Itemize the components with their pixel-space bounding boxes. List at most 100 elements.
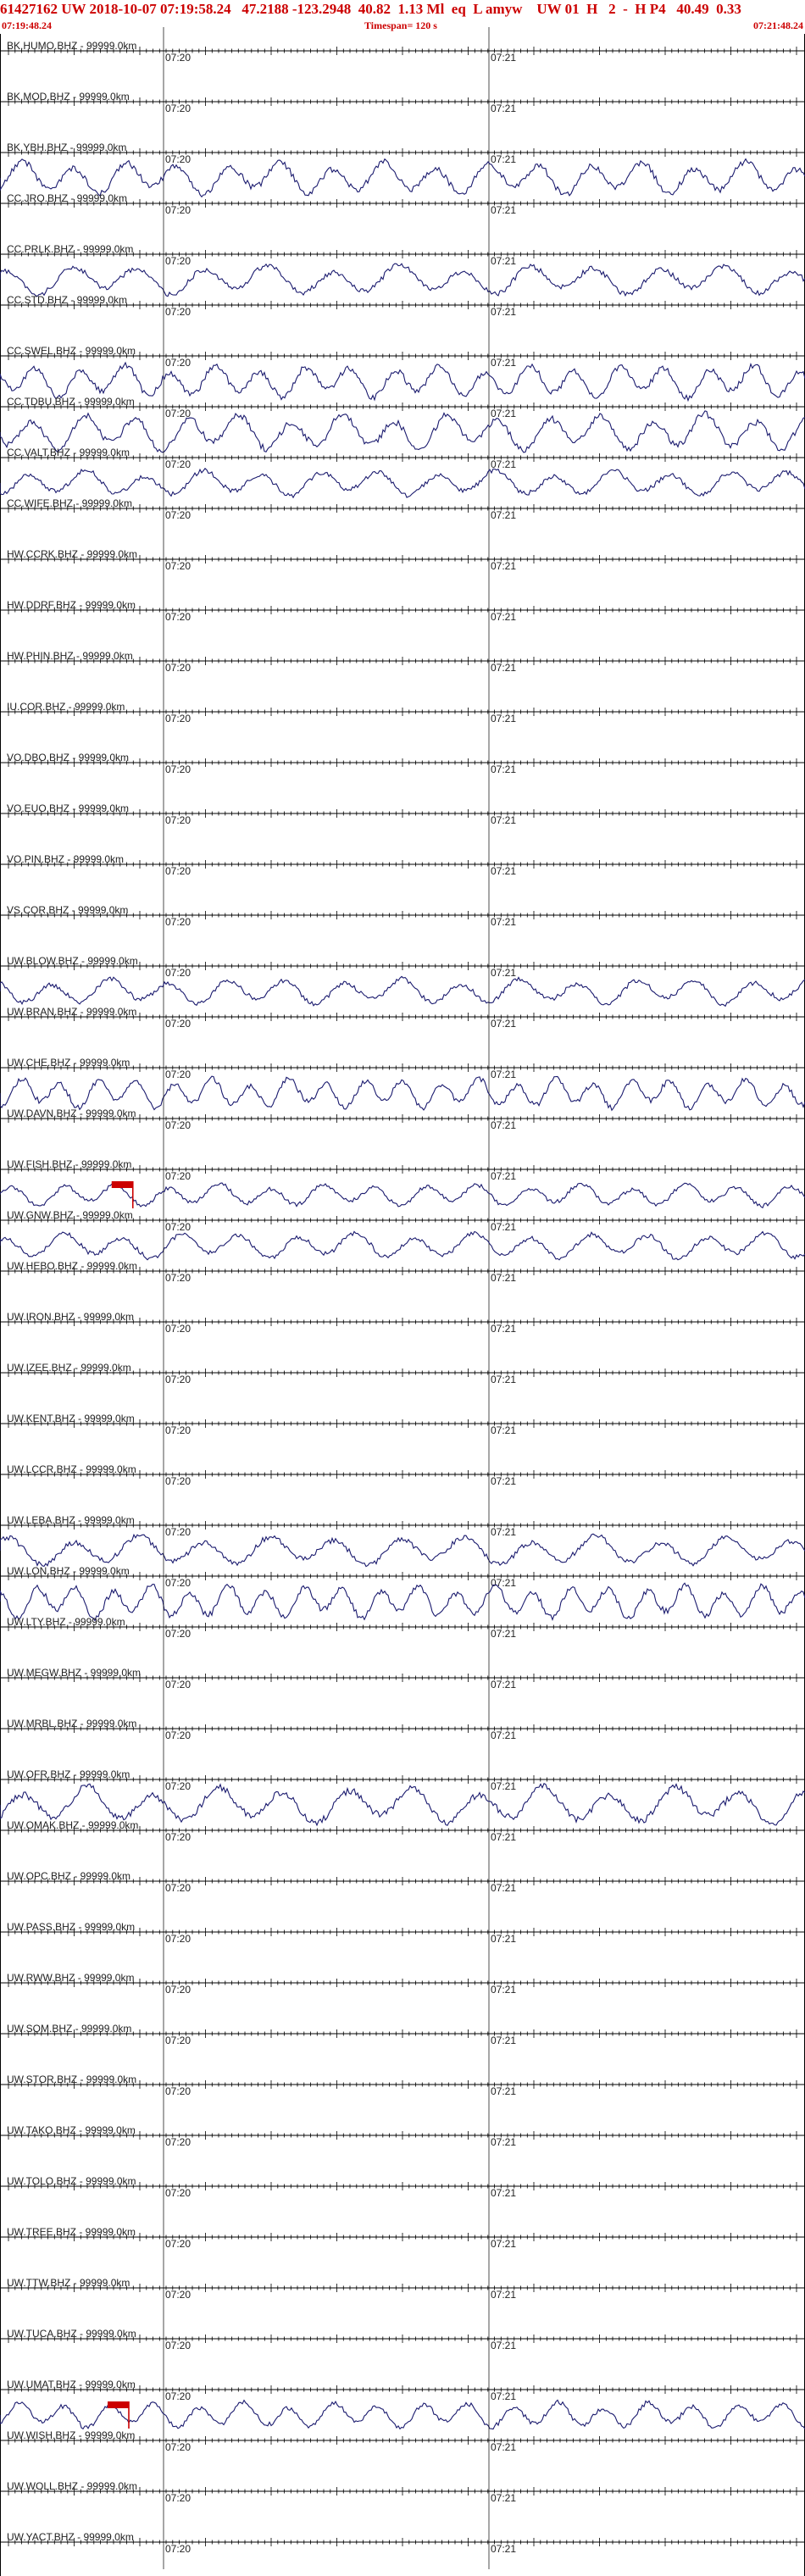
channel-label: UW.HEBO.BHZ - 99999.0km (7, 1260, 137, 1272)
channel-label: VO.EUO.BHZ - 99999.0km (7, 802, 129, 814)
time-label-0720: 07:20 (165, 204, 191, 216)
waveform-trace (0, 1075, 805, 1112)
time-label-0720: 07:20 (165, 2187, 191, 2199)
time-label-0720: 07:20 (165, 1679, 191, 1690)
channel-label: IU.COR.BHZ - 99999.0km (7, 701, 125, 713)
channel-label: UW.FISH.BHZ - 99999.0km (7, 1158, 131, 1170)
channel-label: UW.DAVN.BHZ - 99999.0km (7, 1108, 136, 1119)
time-label-0720: 07:20 (165, 1018, 191, 1030)
time-label-0720: 07:20 (165, 1628, 191, 1640)
time-label-0720: 07:20 (165, 509, 191, 521)
time-label-0720: 07:20 (165, 1374, 191, 1385)
time-label-0721: 07:21 (491, 458, 516, 470)
time-label-0720: 07:20 (165, 2136, 191, 2148)
waveform-trace (0, 263, 805, 297)
time-label-0721: 07:21 (491, 255, 516, 267)
time-label-0721: 07:21 (491, 204, 516, 216)
phase-pick-flag (108, 2401, 129, 2408)
time-label-0721: 07:21 (491, 1018, 516, 1030)
time-label-0721: 07:21 (491, 2035, 516, 2046)
time-label-0721: 07:21 (491, 2289, 516, 2301)
time-label-0721: 07:21 (491, 1526, 516, 1538)
time-label-0721: 07:21 (491, 2492, 516, 2504)
channel-label: UW.OPC.BHZ - 99999.0km (7, 1870, 130, 1882)
time-label-0720: 07:20 (165, 1729, 191, 1741)
time-label-0721: 07:21 (491, 1933, 516, 1945)
time-label-0720: 07:20 (165, 1577, 191, 1589)
time-label-0720: 07:20 (165, 814, 191, 826)
phase-pick-flag (111, 1181, 133, 1188)
channel-label: UW.RWW.BHZ - 99999.0km (7, 1972, 134, 1984)
channel-label: VO.PIN.BHZ - 99999.0km (7, 853, 124, 865)
channel-label: CC.JRO.BHZ - 99999.0km (7, 192, 127, 204)
time-label-0720: 07:20 (165, 408, 191, 419)
channel-label: HW.PHIN.BHZ - 99999.0km (7, 650, 133, 662)
time-label-0720: 07:20 (165, 1424, 191, 1436)
channel-label: UW.SQM.BHZ - 99999.0km (7, 2023, 131, 2035)
channel-label: UW.YACT.BHZ - 99999.0km (7, 2531, 134, 2543)
time-label-0721: 07:21 (491, 1831, 516, 1843)
time-label-0721: 07:21 (491, 763, 516, 775)
channel-label: UW.TUCA.BHZ - 99999.0km (7, 2328, 136, 2340)
time-label-0720: 07:20 (165, 611, 191, 623)
channel-label: CC.STD.BHZ - 99999.0km (7, 294, 127, 306)
time-label-0721: 07:21 (491, 509, 516, 521)
channel-label: UW.TOLO.BHZ - 99999.0km (7, 2175, 136, 2187)
time-label-0721: 07:21 (491, 153, 516, 165)
channel-label: UW.OFR.BHZ - 99999.0km (7, 1768, 130, 1780)
time-label-0720: 07:20 (165, 306, 191, 318)
waveform-trace (0, 1582, 805, 1622)
time-label-0721: 07:21 (491, 2340, 516, 2351)
channel-label: CC.SWEL.BHZ - 99999.0km (7, 345, 136, 357)
time-label-0721: 07:21 (491, 1374, 516, 1385)
channel-label: HW.DDRF.BHZ - 99999.0km (7, 599, 136, 611)
time-label-0720: 07:20 (165, 103, 191, 114)
time-label-0720: 07:20 (165, 2085, 191, 2097)
time-label-0720: 07:20 (165, 1119, 191, 1131)
time-label-0721: 07:21 (491, 1221, 516, 1233)
time-ticks (8, 708, 797, 716)
time-label-0720: 07:20 (165, 2441, 191, 2453)
time-label-0720: 07:20 (165, 865, 191, 877)
time-label-0721: 07:21 (491, 1780, 516, 1792)
waveform-trace (0, 1230, 805, 1261)
time-ticks (8, 148, 797, 157)
channel-label: UW.CHE.BHZ - 99999.0km (7, 1057, 130, 1069)
waveform-trace (0, 975, 805, 1008)
channel-label: UW.MRBL.BHZ - 99999.0km (7, 1718, 136, 1729)
time-ticks (8, 860, 797, 869)
channel-label: UW.KENT.BHZ - 99999.0km (7, 1413, 135, 1424)
time-label-0721: 07:21 (491, 1170, 516, 1182)
channel-label: UW.OMAK.BHZ - 99999.0km (7, 1819, 138, 1831)
time-label-0720: 07:20 (165, 2238, 191, 2250)
waveform-trace (0, 158, 805, 198)
time-label-0721: 07:21 (491, 1882, 516, 1894)
time-label-0720: 07:20 (165, 662, 191, 674)
time-label-0720: 07:20 (165, 1780, 191, 1792)
time-label-0721: 07:21 (491, 1628, 516, 1640)
time-label-0721: 07:21 (491, 408, 516, 419)
time-label-0720: 07:20 (165, 763, 191, 775)
time-label-0720: 07:20 (165, 713, 191, 724)
time-label-0720: 07:20 (165, 967, 191, 979)
time-label-0721: 07:21 (491, 1679, 516, 1690)
channel-label: CC.PRLK.BHZ - 99999.0km (7, 243, 133, 255)
time-label-0721: 07:21 (491, 814, 516, 826)
time-label-0721: 07:21 (491, 865, 516, 877)
time-label-0720: 07:20 (165, 1170, 191, 1182)
time-label-0721: 07:21 (491, 713, 516, 724)
time-label-0721: 07:21 (491, 1729, 516, 1741)
time-label-0721: 07:21 (491, 967, 516, 979)
channel-label: UW.LCCR.BHZ - 99999.0km (7, 1463, 136, 1475)
time-label-0721: 07:21 (491, 2543, 516, 2555)
time-label-0721: 07:21 (491, 103, 516, 114)
time-label-0720: 07:20 (165, 1475, 191, 1487)
channel-label: VS.COR.BHZ - 99999.0km (7, 904, 128, 916)
channel-label: UW.PASS.BHZ - 99999.0km (7, 1921, 135, 1933)
time-label-0720: 07:20 (165, 458, 191, 470)
time-label-0720: 07:20 (165, 1526, 191, 1538)
time-label-0720: 07:20 (165, 2492, 191, 2504)
time-label-0721: 07:21 (491, 611, 516, 623)
channel-label: UW.LEBA.BHZ - 99999.0km (7, 1514, 135, 1526)
channel-label: UW.IZEE.BHZ - 99999.0km (7, 1362, 131, 1374)
